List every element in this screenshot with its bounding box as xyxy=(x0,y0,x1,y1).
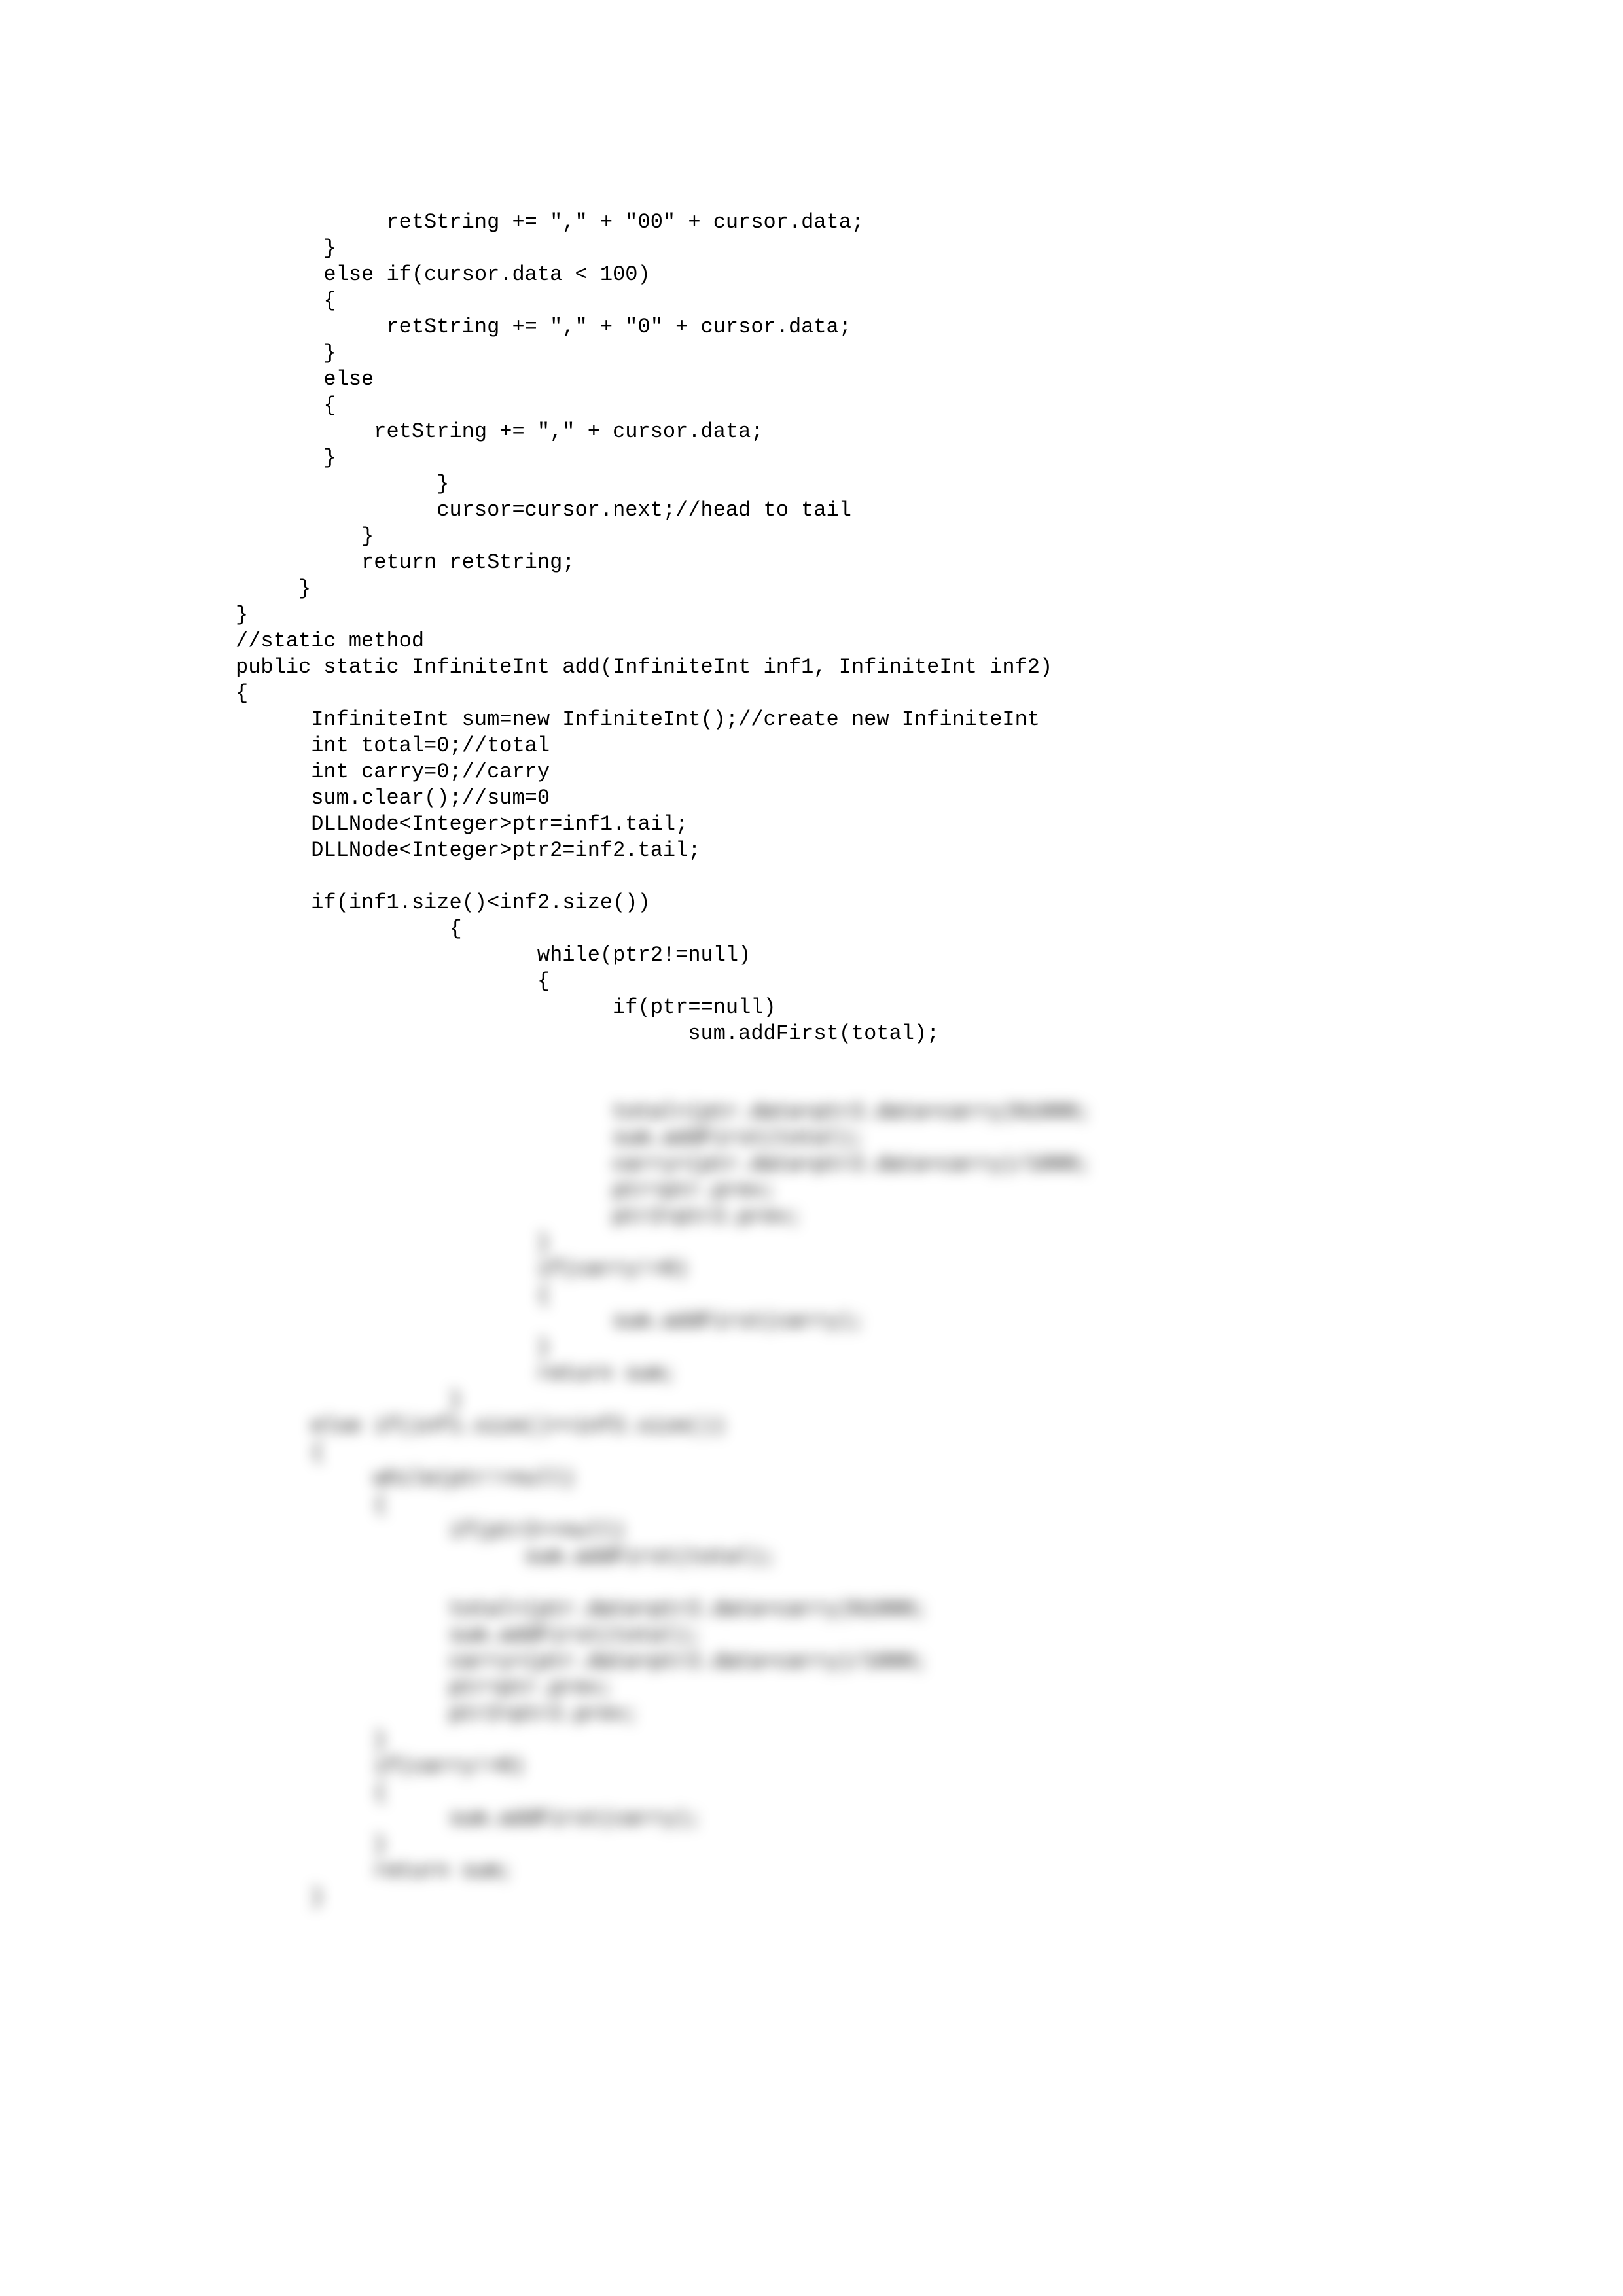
code-block-blurred: total=(ptr.data+ptr2.data+carry)%1000; s… xyxy=(236,1073,1387,1911)
code-line: } xyxy=(236,471,1387,497)
code-line: if(ptr==null) xyxy=(236,995,1387,1021)
code-line-blurred: } xyxy=(236,1230,1387,1256)
document-page: retString += "," + "00" + cursor.data; }… xyxy=(0,0,1623,1937)
code-line-blurred: ptr=ptr.prev; xyxy=(236,1675,1387,1701)
code-line-blurred: { xyxy=(236,1439,1387,1466)
code-line-blurred: sum.addFirst(carry); xyxy=(236,1806,1387,1832)
code-line: } xyxy=(236,340,1387,366)
code-line-blurred: sum.addFirst(total); xyxy=(236,1125,1387,1152)
code-line: //static method xyxy=(236,628,1387,654)
code-line xyxy=(236,864,1387,890)
code-line-blurred: carry=(ptr.data+ptr2.data+carry)/1000; xyxy=(236,1649,1387,1675)
code-line: InfiniteInt sum=new InfiniteInt();//crea… xyxy=(236,707,1387,733)
code-line-blurred: { xyxy=(236,1780,1387,1806)
code-line: retString += "," + cursor.data; xyxy=(236,419,1387,445)
code-line: } xyxy=(236,602,1387,628)
code-line: public static InfiniteInt add(InfiniteIn… xyxy=(236,654,1387,680)
code-line-blurred: } xyxy=(236,1727,1387,1754)
code-line-blurred: } xyxy=(236,1387,1387,1413)
code-line: } xyxy=(236,236,1387,262)
code-line-blurred: ptr2=ptr2.prev; xyxy=(236,1204,1387,1230)
code-line: if(inf1.size()<inf2.size()) xyxy=(236,890,1387,916)
code-line: sum.addFirst(total); xyxy=(236,1021,1387,1047)
code-line: return retString; xyxy=(236,550,1387,576)
code-line-blurred: sum.addFirst(total); xyxy=(236,1544,1387,1570)
code-line-blurred: while(ptr!=null) xyxy=(236,1466,1387,1492)
code-line-blurred: if(carry!=0) xyxy=(236,1256,1387,1282)
code-line-blurred xyxy=(236,1570,1387,1597)
code-line: { xyxy=(236,680,1387,707)
code-line: } xyxy=(236,445,1387,471)
code-line-blurred: else if(inf1.size()>=inf2.size()) xyxy=(236,1413,1387,1439)
code-line: } xyxy=(236,523,1387,550)
code-line-blurred: return sum; xyxy=(236,1858,1387,1884)
code-line: int total=0;//total xyxy=(236,733,1387,759)
code-line: DLLNode<Integer>ptr=inf1.tail; xyxy=(236,811,1387,838)
code-line: retString += "," + "00" + cursor.data; xyxy=(236,209,1387,236)
code-line: { xyxy=(236,288,1387,314)
code-line: else xyxy=(236,366,1387,393)
code-line: { xyxy=(236,968,1387,995)
code-line-blurred: total=(ptr.data+ptr2.data+carry)%1000; xyxy=(236,1597,1387,1623)
code-line-blurred: if(ptr2==null) xyxy=(236,1518,1387,1544)
code-line: else if(cursor.data < 100) xyxy=(236,262,1387,288)
code-line-blurred: return sum; xyxy=(236,1361,1387,1387)
code-line-blurred: { xyxy=(236,1282,1387,1309)
code-line: cursor=cursor.next;//head to tail xyxy=(236,497,1387,523)
code-line-blurred: } xyxy=(236,1884,1387,1911)
code-line: sum.clear();//sum=0 xyxy=(236,785,1387,811)
code-line-blurred: { xyxy=(236,1492,1387,1518)
code-line-blurred: ptr2=ptr2.prev; xyxy=(236,1701,1387,1727)
code-line: int carry=0;//carry xyxy=(236,759,1387,785)
code-line-blurred: sum.addFirst(total); xyxy=(236,1623,1387,1649)
code-line: { xyxy=(236,916,1387,942)
code-line: DLLNode<Integer>ptr2=inf2.tail; xyxy=(236,838,1387,864)
code-line-blurred xyxy=(236,1073,1387,1099)
code-line-blurred: if(carry!=0) xyxy=(236,1754,1387,1780)
code-line-blurred: sum.addFirst(carry); xyxy=(236,1309,1387,1335)
code-line-blurred: total=(ptr.data+ptr2.data+carry)%1000; xyxy=(236,1099,1387,1125)
code-block-clear: retString += "," + "00" + cursor.data; }… xyxy=(236,209,1387,1047)
code-line-blurred: carry=(ptr.data+ptr2.data+carry)/1000; xyxy=(236,1152,1387,1178)
code-line: retString += "," + "0" + cursor.data; xyxy=(236,314,1387,340)
code-line: { xyxy=(236,393,1387,419)
code-line-blurred: ptr=ptr.prev; xyxy=(236,1178,1387,1204)
code-line: } xyxy=(236,576,1387,602)
code-line-blurred: } xyxy=(236,1832,1387,1858)
code-line: while(ptr2!=null) xyxy=(236,942,1387,968)
code-line-blurred: } xyxy=(236,1335,1387,1361)
